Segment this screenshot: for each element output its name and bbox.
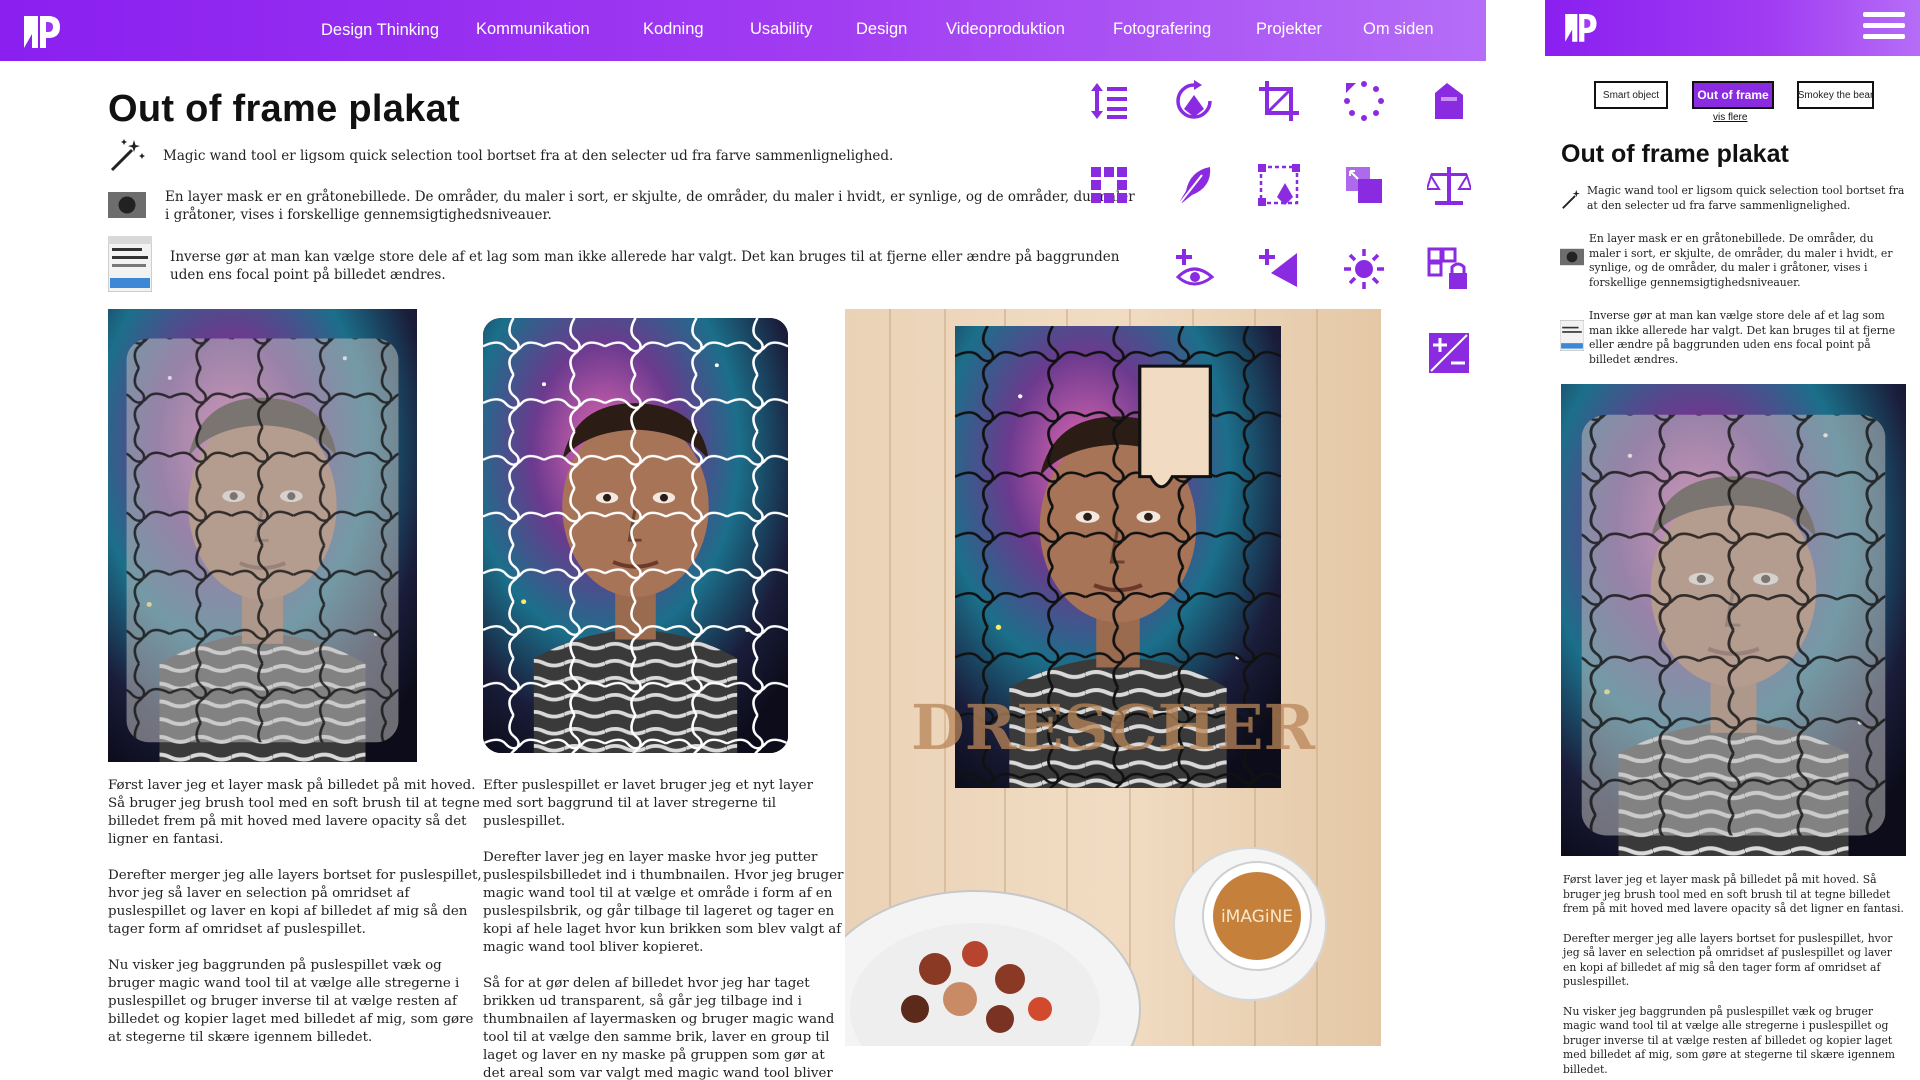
bucket-icon[interactable] — [1427, 79, 1471, 123]
left-text-column: Først laver jeg et layer mask på billede… — [108, 777, 483, 1065]
paragraph: Så for at gør delen af billedet hvor jeg… — [483, 976, 835, 1080]
inverse-description: Inverse gør at man kan vælge store dele … — [170, 249, 1120, 283]
lock-grid-icon[interactable] — [1427, 247, 1471, 291]
rotate-dots-icon[interactable] — [1342, 79, 1386, 123]
mobile-logo-icon[interactable] — [1560, 7, 1600, 47]
paragraph: Derefter laver jeg en layer maske hvor j… — [483, 850, 844, 955]
mobile-magic-wand-icon — [1562, 189, 1580, 209]
magic-wand-description: Magic wand tool er ligsom quick selectio… — [163, 148, 894, 164]
mobile-page-title: Out of frame plakat — [1561, 140, 1789, 168]
add-arrow-icon[interactable] — [1257, 247, 1301, 291]
tool-description-row: Magic wand tool er ligsom quick selectio… — [108, 137, 1138, 173]
puzzle-lines-step-image — [483, 318, 788, 753]
layer-mask-step-image — [108, 309, 417, 762]
layer-mask-description: En layer mask er en gråtonebillede. De o… — [165, 189, 1135, 223]
balance-icon[interactable] — [1427, 163, 1471, 207]
nav-link-projekter[interactable]: Projekter — [1256, 20, 1322, 39]
final-poster-image: DRESCHER iMAGiNE — [845, 309, 1381, 1046]
out-of-frame-button[interactable]: Out of frame — [1692, 81, 1774, 109]
layer-mask-icon — [108, 192, 146, 218]
paragraph: Efter puslespillet er lavet bruger jeg e… — [483, 778, 813, 829]
plus-minus-icon[interactable] — [1427, 331, 1471, 375]
paragraph: Nu visker jeg baggrunden på puslespillet… — [1563, 1004, 1896, 1076]
magic-wand-icon — [110, 139, 145, 172]
brightness-icon[interactable] — [1342, 247, 1386, 291]
add-eye-icon[interactable] — [1172, 247, 1216, 291]
nav-link-design-thinking[interactable]: Design Thinking — [321, 21, 439, 40]
crop-icon[interactable] — [1257, 79, 1301, 123]
mobile-text-column: Først laver jeg et layer mask på billede… — [1563, 873, 1908, 1080]
nav-link-fotografering[interactable]: Fotografering — [1113, 20, 1211, 39]
poster-name-text: DRESCHER — [911, 691, 1316, 764]
smart-object-button[interactable]: Smart object — [1594, 81, 1668, 109]
nav-link-videoproduktion[interactable]: Videoproduktion — [946, 20, 1065, 39]
tool-description-row: Inverse gør at man kan vælge store dele … — [108, 236, 1138, 292]
show-more-link[interactable]: vis flere — [1713, 112, 1747, 123]
mobile-magic-wand-description: Magic wand tool er ligsom quick selectio… — [1587, 184, 1905, 212]
paragraph: Først laver jeg et layer mask på billede… — [1563, 873, 1904, 915]
page-title: Out of frame plakat — [108, 88, 460, 130]
nav-link-kodning[interactable]: Kodning — [643, 20, 704, 39]
middle-text-column: Efter puslespillet er lavet bruger jeg e… — [483, 777, 845, 1080]
mobile-layer-mask-description: En layer mask er en gråtonebillede. De o… — [1589, 232, 1893, 289]
line-height-icon[interactable] — [1087, 79, 1131, 123]
cup-text: iMAGiNE — [1221, 907, 1293, 927]
paragraph: Først laver jeg et layer mask på billede… — [108, 778, 480, 847]
mobile-layer-mask-icon — [1560, 248, 1584, 266]
feather-pen-icon[interactable] — [1172, 163, 1216, 207]
mobile-select-menu-icon — [1560, 320, 1584, 351]
mobile-inverse-description: Inverse gør at man kan vælge store dele … — [1589, 309, 1896, 366]
paragraph: Nu visker jeg baggrunden på puslespillet… — [108, 958, 474, 1045]
smokey-the-bear-button[interactable]: Smokey the bear — [1797, 81, 1874, 109]
nav-link-design[interactable]: Design — [856, 20, 907, 39]
mobile-layer-mask-step-image — [1561, 384, 1906, 856]
paragraph: Derefter merger jeg alle layers bortset … — [108, 868, 482, 937]
nav-link-usability[interactable]: Usability — [750, 20, 812, 39]
tool-description-row: En layer mask er en gråtonebillede. De o… — [108, 188, 1138, 228]
layers-icon[interactable] — [1342, 163, 1386, 207]
nav-link-kommunikation[interactable]: Kommunikation — [476, 20, 590, 39]
hamburger-menu-icon[interactable] — [1863, 12, 1905, 44]
paragraph: Derefter merger jeg alle layers bortset … — [1563, 931, 1893, 989]
site-logo-icon[interactable] — [18, 8, 64, 54]
pen-rotate-icon[interactable] — [1172, 79, 1216, 123]
nav-link-om-siden[interactable]: Om siden — [1363, 20, 1434, 39]
grid-icon[interactable] — [1087, 163, 1131, 207]
select-menu-icon — [108, 236, 152, 292]
anchor-points-icon[interactable] — [1257, 163, 1301, 207]
